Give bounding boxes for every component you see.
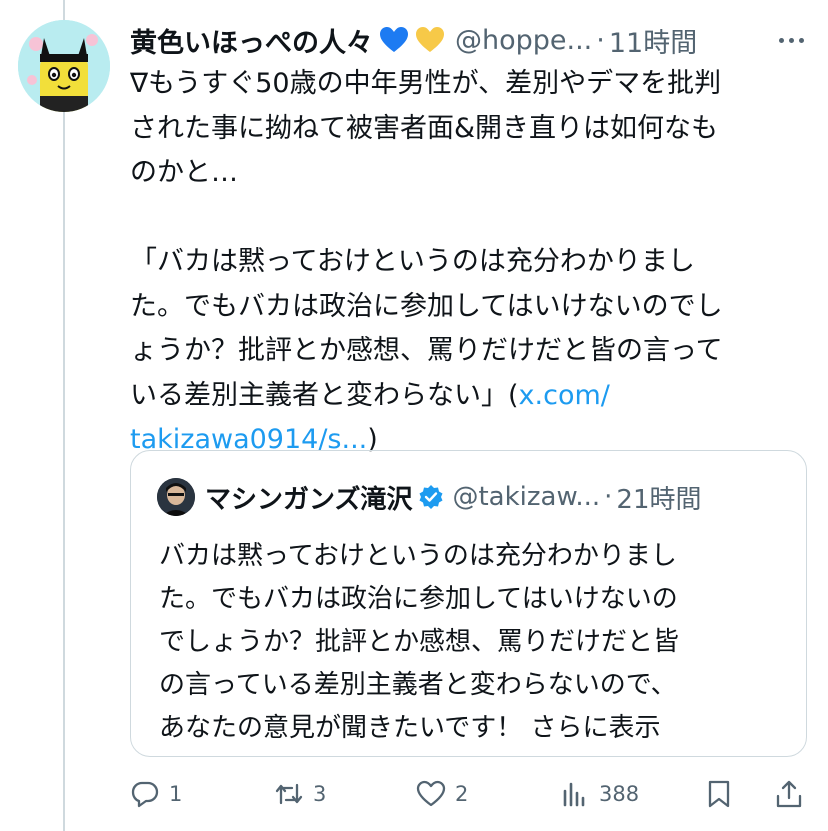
- view-count: 388: [599, 782, 640, 806]
- thread-connector-line: [63, 0, 65, 831]
- tweet-link-part1[interactable]: x.com/: [519, 380, 610, 411]
- yellow-heart-emoji-icon: [416, 27, 444, 52]
- views-button[interactable]: 388: [560, 772, 639, 816]
- tweet-quote-line-last: いる差別主義者と変わらない」(x.com/: [130, 374, 800, 419]
- share-icon: [776, 780, 802, 808]
- bookmark-icon: [708, 780, 730, 808]
- author-avatar[interactable]: [18, 20, 110, 112]
- repost-count: 3: [313, 782, 327, 806]
- quoted-timestamp[interactable]: 21時間: [616, 479, 701, 516]
- quoted-author-handle[interactable]: @takizaw...: [452, 482, 600, 512]
- quoted-header-separator: ·: [604, 482, 613, 512]
- verified-badge-icon: [419, 485, 443, 509]
- tweet-text-line: ∇もうすぐ50歳の中年男性が、差別やデマを批判: [130, 68, 722, 99]
- author-handle[interactable]: @hoppe...: [455, 25, 592, 56]
- tweet-quote-line: ょうか？批評とか感想、罵りだけだと皆の言って: [130, 335, 723, 366]
- tweet-body: ∇もうすぐ50歳の中年男性が、差別やデマを批判 された事に拗ねて被害者面&開き直…: [130, 62, 800, 463]
- reply-count: 1: [169, 782, 183, 806]
- share-button[interactable]: [774, 772, 804, 816]
- tweet-action-bar: 1 3 2 388: [130, 772, 810, 816]
- like-button[interactable]: 2: [416, 772, 468, 816]
- quoted-text-line: バカは黙っておけというのは充分わかりまし: [159, 541, 677, 571]
- bookmark-button[interactable]: [704, 772, 734, 816]
- tweet-quote-line: 「バカは黙っておけというのは充分わかりまし: [130, 246, 695, 277]
- quoted-avatar-photo: [157, 478, 195, 516]
- avatar-character-image: [18, 20, 110, 112]
- tweet-text-line: された事に拗ねて被害者面&開き直りは如何なも: [130, 112, 719, 144]
- quoted-tweet-card[interactable]: マシンガンズ滝沢 @takizaw... · 21時間 バカは黙っておけというの…: [130, 450, 807, 757]
- like-icon: [416, 780, 446, 807]
- quoted-tweet-body: バカは黙っておけというのは充分わかりまし た。でもバカは政治に参加してはいけない…: [159, 535, 789, 750]
- quoted-author-avatar[interactable]: [157, 478, 195, 516]
- tweet-quote-line: た。でもバカは政治に参加してはいけないのでし: [130, 290, 723, 322]
- quoted-text-line: でしょうか？批評とか感想、罵りだけだと皆: [159, 627, 680, 657]
- tweet-timestamp[interactable]: 11時間: [609, 21, 697, 60]
- quoted-author-name[interactable]: マシンガンズ滝沢: [205, 479, 412, 516]
- quoted-text-line: の言っている差別主義者と変わらないので、: [159, 670, 677, 700]
- reply-icon: [131, 781, 159, 808]
- repost-button[interactable]: 3: [274, 772, 326, 816]
- show-more-link[interactable]: さらに表示: [531, 713, 661, 743]
- more-icon[interactable]: [779, 37, 808, 43]
- quoted-text-line-last: あなたの意見が聞きたいです！ さらに表示: [159, 707, 789, 750]
- reply-button[interactable]: 1: [130, 772, 182, 816]
- blue-heart-emoji-icon: [380, 27, 408, 52]
- quoted-tweet-header: マシンガンズ滝沢 @takizaw... · 21時間: [157, 477, 786, 517]
- views-icon: [563, 782, 585, 807]
- repost-icon: [275, 783, 303, 805]
- tweet-quote-last-text: いる差別主義者と変わらない」(: [130, 379, 519, 411]
- header-separator: ·: [596, 24, 605, 56]
- like-count: 2: [455, 782, 469, 806]
- quoted-text-line: た。でもバカは政治に参加してはいけないの: [159, 584, 678, 614]
- tweet-text-line: のかと…: [130, 157, 238, 188]
- quoted-last-text: あなたの意見が聞きたいです！: [159, 713, 523, 743]
- author-display-name[interactable]: 黄色いほっぺの人々: [130, 21, 373, 60]
- tweet-header: 黄色いほっぺの人々 @hoppe... · 11時間: [130, 18, 808, 62]
